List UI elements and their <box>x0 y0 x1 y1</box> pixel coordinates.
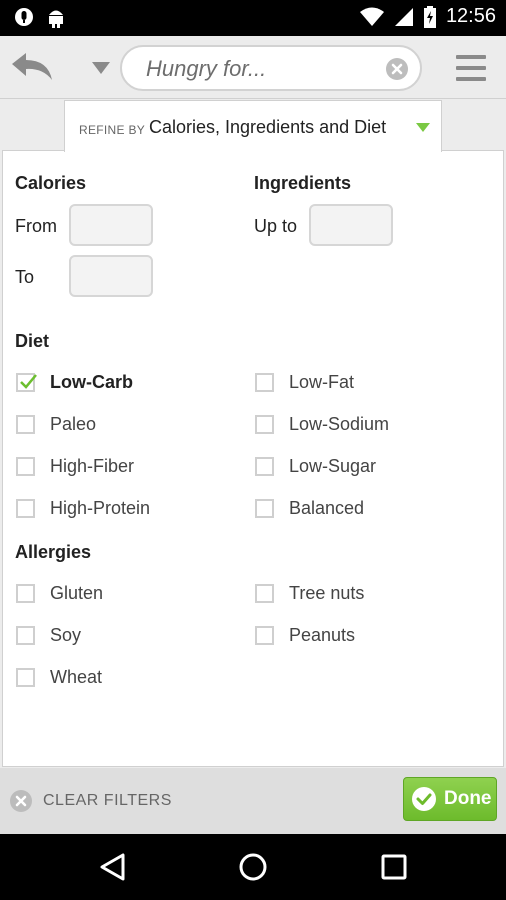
ingredients-up-to-input[interactable] <box>309 204 393 246</box>
allergy-option-tree-nuts[interactable]: Tree nuts <box>255 578 364 608</box>
checkbox[interactable] <box>16 583 35 603</box>
calories-title: Calories <box>15 173 87 193</box>
clear-filters-label: CLEAR FILTERS <box>43 792 172 809</box>
checkbox[interactable] <box>255 414 274 434</box>
calories-from-label: From <box>15 216 57 236</box>
checkbox[interactable] <box>255 583 274 603</box>
checkbox[interactable] <box>16 667 35 687</box>
battery-charging-icon <box>423 5 436 28</box>
checkbox-label: Low-Fat <box>289 371 355 392</box>
home-circle-icon[interactable] <box>237 851 269 883</box>
checkbox-label: High-Fiber <box>50 455 135 476</box>
ingredients-up-to-label: Up to <box>254 216 298 236</box>
checkbox[interactable] <box>16 456 35 476</box>
system-nav-bar <box>0 834 506 900</box>
clear-search-icon[interactable] <box>386 58 408 80</box>
checkbox-label: Balanced <box>289 497 365 518</box>
search-input[interactable] <box>146 55 376 83</box>
refine-dropdown-arrow-icon <box>416 123 430 132</box>
checkbox-label: Paleo <box>50 413 97 434</box>
filter-panel: Calories From To Ingredients Up to Diet … <box>2 150 504 767</box>
hamburger-menu-icon[interactable] <box>456 55 486 81</box>
dropdown-arrow-icon[interactable] <box>92 62 110 74</box>
refine-by-tab[interactable]: REFINE BY Calories, Ingredients and Diet <box>64 100 442 152</box>
allergies-title: Allergies <box>15 542 92 562</box>
checkbox[interactable] <box>16 372 37 392</box>
checkmark-icon <box>20 373 37 389</box>
diet-option-low-fat[interactable]: Low-Fat <box>255 367 354 397</box>
allergy-option-gluten[interactable]: Gluten <box>16 578 103 608</box>
clear-filters-icon <box>10 790 32 812</box>
checkbox[interactable] <box>255 498 274 518</box>
diet-option-high-fiber[interactable]: High-Fiber <box>16 451 134 481</box>
toolbar <box>0 36 506 99</box>
checkbox-label: Gluten <box>50 582 104 603</box>
calories-to-input[interactable] <box>69 255 153 297</box>
checkbox-label: Low-Sodium <box>289 413 390 434</box>
wifi-icon <box>359 7 384 26</box>
ingredients-title: Ingredients <box>254 173 352 193</box>
checkbox[interactable] <box>255 372 274 392</box>
search-box <box>120 45 422 91</box>
back-button[interactable] <box>10 50 56 86</box>
diet-option-low-carb[interactable]: Low-Carb <box>16 367 133 397</box>
diet-title: Diet <box>15 331 50 351</box>
cellular-signal-icon <box>394 7 413 26</box>
checkbox-label: Tree nuts <box>289 582 365 603</box>
refine-by-label: REFINE BY <box>79 123 146 137</box>
diet-option-low-sugar[interactable]: Low-Sugar <box>255 451 376 481</box>
filter-footer: CLEAR FILTERS Done <box>0 768 506 834</box>
status-time: 12:56 <box>445 5 496 27</box>
allergy-option-peanuts[interactable]: Peanuts <box>255 620 355 650</box>
checkbox[interactable] <box>255 456 274 476</box>
done-button[interactable]: Done <box>403 777 497 821</box>
allergy-option-soy[interactable]: Soy <box>16 620 81 650</box>
diet-option-paleo[interactable]: Paleo <box>16 409 96 439</box>
android-debug-icon <box>49 10 63 28</box>
checkbox[interactable] <box>16 625 35 645</box>
back-arrow-icon <box>12 53 52 80</box>
checkbox[interactable] <box>16 414 35 434</box>
diet-option-balanced[interactable]: Balanced <box>255 493 364 523</box>
allergy-option-wheat[interactable]: Wheat <box>16 662 102 692</box>
checkbox-label: High-Protein <box>50 497 151 518</box>
checkbox[interactable] <box>16 498 35 518</box>
calories-from-input[interactable] <box>69 204 153 246</box>
checkbox-label: Wheat <box>50 666 103 687</box>
clear-filters-button[interactable]: CLEAR FILTERS <box>10 788 172 814</box>
back-triangle-icon[interactable] <box>97 851 129 883</box>
microphone-icon <box>15 8 33 26</box>
checkbox-label: Low-Sugar <box>289 455 377 476</box>
recents-square-icon[interactable] <box>378 851 410 883</box>
calories-to-label: To <box>15 267 35 287</box>
diet-option-low-sodium[interactable]: Low-Sodium <box>255 409 389 439</box>
checkbox-label: Soy <box>50 624 82 645</box>
checkbox-label: Peanuts <box>289 624 356 645</box>
diet-option-high-protein[interactable]: High-Protein <box>16 493 150 523</box>
status-bar: 12:56 <box>0 0 506 36</box>
refine-by-value: Calories, Ingredients and Diet <box>149 117 387 137</box>
checkbox-label: Low-Carb <box>50 371 133 392</box>
done-check-icon <box>412 787 436 811</box>
checkbox[interactable] <box>255 625 274 645</box>
done-label: Done <box>444 788 492 809</box>
